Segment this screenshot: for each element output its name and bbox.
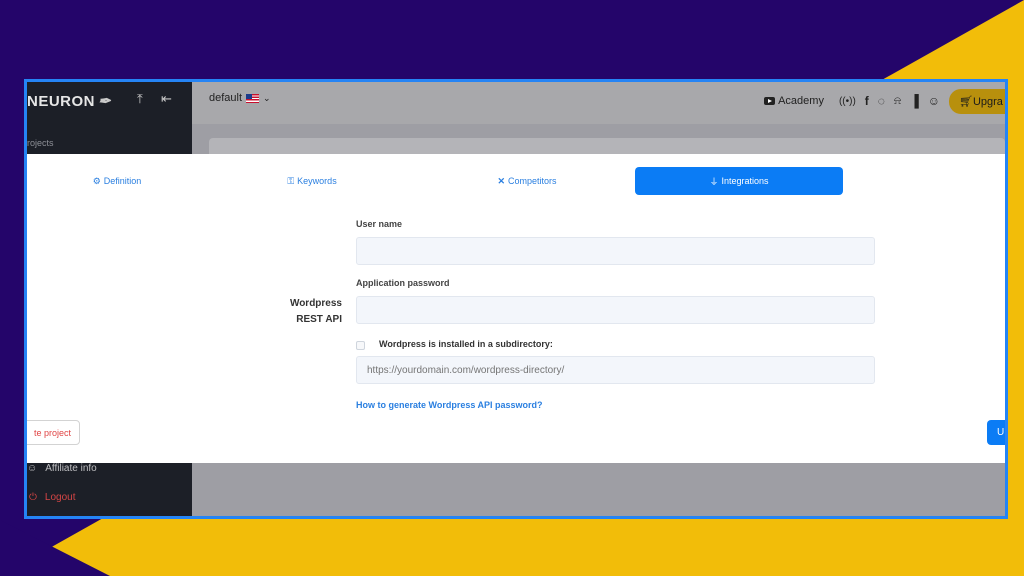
chevron-down-icon: ⌄ (263, 92, 271, 103)
feather-icon: ✒ (98, 93, 112, 110)
brand-name: NEURON (27, 93, 96, 110)
facebook-icon[interactable]: f (865, 94, 869, 108)
brand-logo: NEURON ✒ (27, 92, 111, 110)
top-bar: default ⌄ Academy ((•)) f ◌ ⍾ ▐ ☺ 🛒︎Upgr… (192, 82, 1005, 124)
pin-icon[interactable]: ⤒ (137, 91, 143, 107)
delete-project-button[interactable]: te project (27, 420, 80, 445)
section-heading-line2: REST API (296, 314, 342, 325)
tab-label: Integrations (721, 176, 769, 186)
workspace-selector[interactable]: default ⌄ (209, 92, 271, 104)
power-icon: ⏻ (29, 492, 37, 503)
top-actions: Academy ((•)) f ◌ ⍾ ▐ ☺ 🛒︎Upgra (764, 88, 1005, 114)
tab-integrations[interactable]: ⏚ Integrations (635, 167, 843, 195)
key-icon: ⚿ (287, 175, 295, 186)
sidebar-item-affiliate[interactable]: ☺ Affiliate info (27, 463, 97, 474)
username-input[interactable] (356, 237, 875, 265)
definition-icon: ⚙ (92, 175, 101, 186)
plug-icon: ⏚ (709, 176, 719, 187)
sidebar-item-logout[interactable]: ⏻ Logout (29, 492, 76, 503)
chart-icon[interactable]: ▐ (910, 94, 919, 108)
tab-definition[interactable]: ⚙ Definition (57, 167, 177, 195)
tab-competitors[interactable]: ✕ Competitors (467, 167, 587, 195)
project-settings-panel: ⚙ Definition ⚿ Keywords ✕ Competitors ⏚ … (27, 154, 1005, 463)
subdirectory-url-input[interactable] (356, 356, 875, 384)
api-password-help-link[interactable]: How to generate Wordpress API password? (356, 400, 543, 410)
section-heading-line1: Wordpress (289, 298, 342, 309)
bell-icon[interactable]: ⍾ (894, 95, 901, 108)
section-heading: Wordpress REST API (247, 296, 342, 328)
cart-icon: 🛒︎ (959, 95, 973, 108)
username-label: User name (356, 219, 403, 229)
update-button[interactable]: U (987, 420, 1005, 445)
x-icon: ✕ (497, 175, 506, 186)
collapse-icon[interactable]: ⇤ (161, 91, 172, 107)
chat-icon[interactable]: ◌ (878, 94, 885, 108)
sidebar-section-label: rojects (27, 138, 54, 148)
broadcast-icon[interactable]: ((•)) (839, 96, 856, 107)
tab-keywords[interactable]: ⚿ Keywords (257, 167, 367, 195)
sidebar-item-label: Logout (44, 492, 76, 503)
app-screenshot-frame: NEURON ✒ ⤒ ⇤ rojects ☺ Affiliate info ⏻ L… (24, 79, 1008, 519)
tab-label: Competitors (508, 176, 557, 186)
subdirectory-label: Wordpress is installed in a subdirectory… (379, 339, 553, 349)
users-icon: ☺ (27, 463, 38, 474)
update-label: U (997, 427, 1005, 438)
upgrade-button[interactable]: 🛒︎Upgra (949, 88, 1005, 114)
password-input[interactable] (356, 296, 875, 324)
workspace-label: default (209, 92, 243, 104)
subdirectory-checkbox[interactable] (356, 341, 365, 350)
tab-label: Keywords (297, 176, 337, 186)
academy-label: Academy (778, 95, 824, 107)
us-flag-icon (246, 93, 260, 103)
academy-link[interactable]: Academy (764, 95, 824, 107)
delete-label: te project (33, 427, 71, 438)
tab-label: Definition (103, 176, 142, 186)
password-label: Application password (356, 278, 450, 288)
youtube-icon (764, 97, 776, 105)
user-icon[interactable]: ☺ (928, 94, 940, 108)
upgrade-label-text: Upgra (972, 95, 1003, 108)
sidebar-item-label: Affiliate info (45, 463, 97, 474)
